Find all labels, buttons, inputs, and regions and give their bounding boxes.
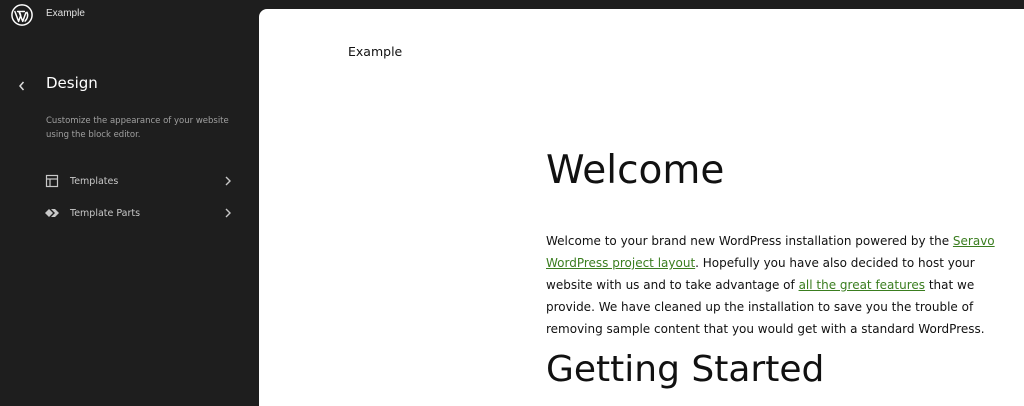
sidebar-title: Design	[46, 74, 98, 92]
welcome-paragraph: Welcome to your brand new WordPress inst…	[546, 230, 1008, 340]
chevron-left-icon	[19, 81, 25, 91]
sidebar-item-templates[interactable]: Templates	[44, 170, 234, 192]
sidebar-item-label: Template Parts	[70, 207, 141, 219]
getting-started-heading: Getting Started	[546, 349, 825, 390]
sidebar-item-template-parts[interactable]: Template Parts	[44, 202, 234, 224]
sidebar-description: Customize the appearance of your website…	[46, 116, 229, 140]
site-title: Example	[46, 8, 85, 19]
layout-icon	[44, 173, 60, 189]
chevron-right-icon	[222, 175, 234, 187]
back-button[interactable]	[12, 76, 32, 96]
welcome-heading: Welcome	[546, 148, 725, 193]
canvas-site-title[interactable]: Example	[348, 44, 402, 59]
editor-canvas[interactable]: Example Welcome Welcome to your brand ne…	[259, 9, 1024, 406]
great-features-link[interactable]: all the great features	[799, 278, 925, 292]
sidebar: Design Customize the appearance of your …	[0, 30, 258, 406]
chevron-right-icon	[222, 207, 234, 219]
paragraph-text: Welcome to your brand new WordPress inst…	[546, 234, 953, 248]
symbol-filled-icon	[44, 205, 60, 221]
wordpress-logo-icon[interactable]	[11, 4, 33, 26]
sidebar-item-label: Templates	[70, 175, 119, 187]
